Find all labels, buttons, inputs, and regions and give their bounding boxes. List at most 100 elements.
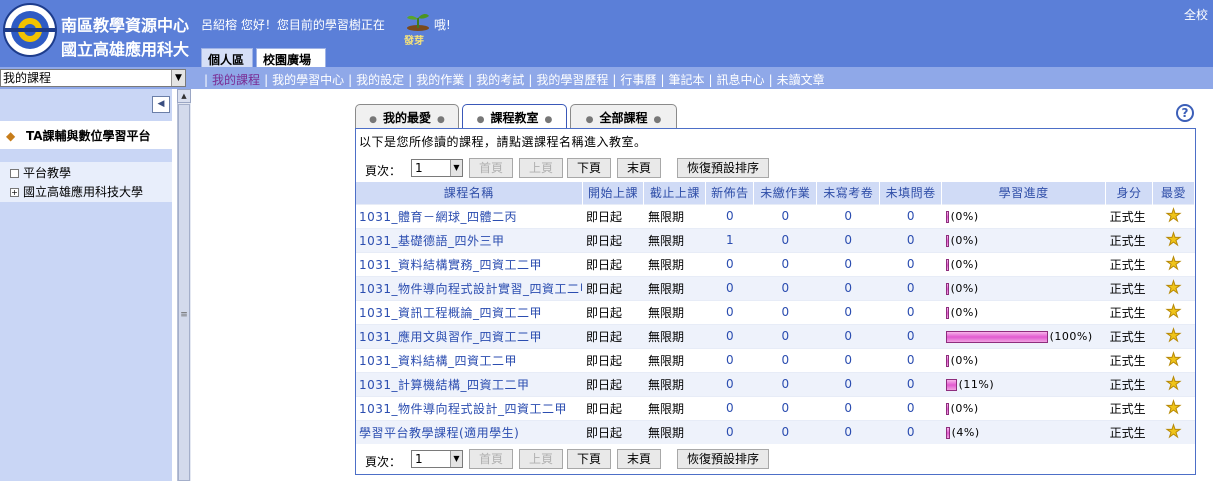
column-header[interactable]: 課程名稱 — [356, 182, 583, 204]
pending-survey-count[interactable]: 0 — [879, 275, 942, 300]
course-name-link[interactable]: 1031_物件導向程式設計實習_四資工二甲 — [356, 275, 582, 300]
new-notices-count[interactable]: 0 — [705, 395, 754, 420]
pending-homework-count[interactable]: 0 — [753, 395, 817, 420]
column-header[interactable]: 開始上課 — [582, 182, 645, 204]
pending-survey-count[interactable]: 0 — [879, 299, 942, 324]
star-icon[interactable]: ★ — [1152, 299, 1195, 324]
pending-exam-count[interactable]: 0 — [816, 275, 880, 300]
star-icon[interactable]: ★ — [1152, 323, 1195, 348]
new-notices-count[interactable]: 0 — [705, 323, 754, 348]
new-notices-count[interactable]: 0 — [705, 419, 754, 444]
next-page-button[interactable]: 下頁 — [567, 158, 611, 178]
pending-homework-count[interactable]: 0 — [753, 371, 817, 396]
new-notices-count[interactable]: 0 — [705, 275, 754, 300]
pending-exam-count[interactable]: 0 — [816, 323, 880, 348]
reset-sort-button[interactable]: 恢復預設排序 — [677, 449, 769, 469]
star-icon[interactable]: ★ — [1152, 227, 1195, 252]
pending-exam-count[interactable]: 0 — [816, 395, 880, 420]
scroll-up-icon[interactable]: ▲ — [177, 89, 191, 103]
nav-link[interactable]: 我的學習中心 — [272, 73, 344, 87]
pending-survey-count[interactable]: 0 — [879, 203, 942, 228]
star-icon[interactable]: ★ — [1152, 275, 1195, 300]
pending-survey-count[interactable]: 0 — [879, 323, 942, 348]
course-name-link[interactable]: 1031_基礎德語_四外三甲 — [356, 227, 582, 252]
nav-link[interactable]: 筆記本 — [668, 73, 704, 87]
tab-course-classroom[interactable]: ● 課程教室 ● — [462, 104, 567, 128]
pending-homework-count[interactable]: 0 — [753, 347, 817, 372]
new-notices-count[interactable]: 0 — [705, 347, 754, 372]
course-select-dropdown[interactable]: 我的課程 ▼ — [0, 69, 186, 87]
pending-survey-count[interactable]: 0 — [879, 371, 942, 396]
pending-exam-count[interactable]: 0 — [816, 299, 880, 324]
course-name-link[interactable]: 1031_計算機結構_四資工二甲 — [356, 371, 582, 396]
pending-exam-count[interactable]: 0 — [816, 347, 880, 372]
new-notices-count[interactable]: 0 — [705, 371, 754, 396]
next-page-button[interactable]: 下頁 — [567, 449, 611, 469]
nav-link[interactable]: 未讀文章 — [777, 73, 825, 87]
first-page-button[interactable]: 首頁 — [469, 158, 513, 178]
pending-homework-count[interactable]: 0 — [753, 419, 817, 444]
nav-link[interactable]: 我的考試 — [476, 73, 524, 87]
page-select[interactable]: 1 ▼ — [411, 450, 463, 468]
tree-item-university[interactable]: + 國立高雄應用科技大學 — [0, 183, 172, 202]
expand-plus-icon[interactable]: + — [10, 188, 19, 197]
star-icon[interactable]: ★ — [1152, 419, 1195, 444]
nav-link[interactable]: 我的設定 — [356, 73, 404, 87]
help-icon[interactable]: ? — [1176, 104, 1194, 122]
chevron-down-icon[interactable]: ▼ — [450, 451, 462, 467]
nav-link[interactable]: 我的學習歷程 — [536, 73, 608, 87]
pending-survey-count[interactable]: 0 — [879, 347, 942, 372]
course-name-link[interactable]: 學習平台教學課程(適用學生) — [356, 419, 582, 444]
course-name-link[interactable]: 1031_體育－網球_四體二丙 — [356, 203, 582, 228]
pending-survey-count[interactable]: 0 — [879, 395, 942, 420]
star-icon[interactable]: ★ — [1152, 251, 1195, 276]
star-icon[interactable]: ★ — [1152, 371, 1195, 396]
pending-exam-count[interactable]: 0 — [816, 203, 880, 228]
reset-sort-button[interactable]: 恢復預設排序 — [677, 158, 769, 178]
pending-homework-count[interactable]: 0 — [753, 323, 817, 348]
course-name-link[interactable]: 1031_應用文與習作_四資工二甲 — [356, 323, 582, 348]
tree-item-platform-teaching[interactable]: 平台教學 — [0, 164, 172, 183]
column-header[interactable]: 截止上課 — [643, 182, 707, 204]
campus-scope-link[interactable]: 全校 — [1184, 6, 1208, 23]
pending-homework-count[interactable]: 0 — [753, 299, 817, 324]
column-header[interactable]: 最愛 — [1152, 182, 1195, 204]
prev-page-button[interactable]: 上頁 — [519, 449, 563, 469]
nav-link[interactable]: 我的作業 — [416, 73, 464, 87]
nav-link[interactable]: 訊息中心 — [717, 73, 765, 87]
tab-all-courses[interactable]: ● 全部課程 ● — [570, 104, 677, 128]
tab-my-favorites[interactable]: ● 我的最愛 ● — [355, 104, 459, 128]
pending-homework-count[interactable]: 0 — [753, 275, 817, 300]
course-name-link[interactable]: 1031_資訊工程概論_四資工二甲 — [356, 299, 582, 324]
new-notices-count[interactable]: 0 — [705, 203, 754, 228]
pending-exam-count[interactable]: 0 — [816, 419, 880, 444]
course-name-link[interactable]: 1031_資料結構實務_四資工二甲 — [356, 251, 582, 276]
course-name-link[interactable]: 1031_物件導向程式設計_四資工二甲 — [356, 395, 582, 420]
chevron-down-icon[interactable]: ▼ — [171, 70, 185, 86]
chevron-down-icon[interactable]: ▼ — [450, 160, 462, 176]
pending-exam-count[interactable]: 0 — [816, 227, 880, 252]
tab-campus-plaza[interactable]: 校園廣場 — [256, 48, 326, 67]
column-header[interactable]: 新佈告 — [705, 182, 755, 204]
pending-survey-count[interactable]: 0 — [879, 227, 942, 252]
pending-exam-count[interactable]: 0 — [816, 251, 880, 276]
star-icon[interactable]: ★ — [1152, 203, 1195, 228]
star-icon[interactable]: ★ — [1152, 395, 1195, 420]
nav-link[interactable]: 我的課程 — [212, 73, 260, 87]
pending-homework-count[interactable]: 0 — [753, 203, 817, 228]
pending-exam-count[interactable]: 0 — [816, 371, 880, 396]
column-header[interactable]: 未繳作業 — [753, 182, 818, 204]
new-notices-count[interactable]: 0 — [705, 251, 754, 276]
last-page-button[interactable]: 末頁 — [617, 449, 661, 469]
pending-homework-count[interactable]: 0 — [753, 227, 817, 252]
pending-survey-count[interactable]: 0 — [879, 419, 942, 444]
page-select[interactable]: 1 ▼ — [411, 159, 463, 177]
course-name-link[interactable]: 1031_資料結構_四資工二甲 — [356, 347, 582, 372]
tab-personal-area[interactable]: 個人區 — [201, 48, 253, 67]
new-notices-count[interactable]: 1 — [705, 227, 754, 252]
first-page-button[interactable]: 首頁 — [469, 449, 513, 469]
nav-link[interactable]: 行事曆 — [620, 73, 656, 87]
column-header[interactable]: 未寫考卷 — [816, 182, 881, 204]
scrollbar-thumb[interactable] — [178, 104, 190, 481]
pending-homework-count[interactable]: 0 — [753, 251, 817, 276]
